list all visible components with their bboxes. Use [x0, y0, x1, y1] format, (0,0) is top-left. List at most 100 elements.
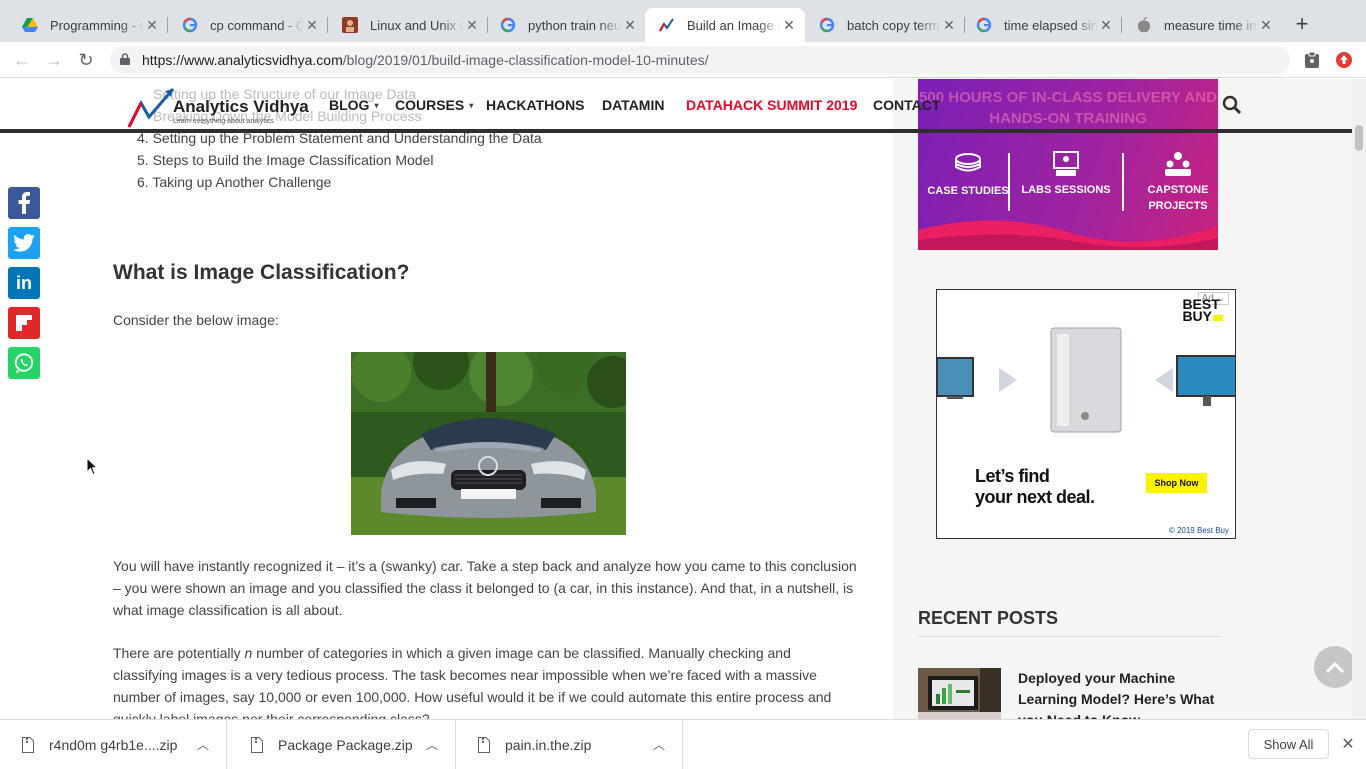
analytics-vidhya-logo-icon: [127, 88, 175, 128]
recent-post-link[interactable]: Deployed your Machine Learning Model? He…: [1018, 668, 1218, 719]
tab-linux-unix[interactable]: Linux and Unix c ✕: [328, 8, 488, 42]
close-icon[interactable]: ✕: [1258, 17, 1274, 33]
nav-courses[interactable]: COURSES ▾: [395, 97, 473, 113]
product-carousel: [937, 327, 1235, 433]
file-icon: [22, 736, 34, 753]
close-icon[interactable]: ✕: [464, 17, 480, 33]
url-host: https://www.analyticsvidhya.com: [142, 52, 343, 68]
tab-programming[interactable]: Programming - G ✕: [8, 8, 168, 42]
close-icon[interactable]: ✕: [1098, 17, 1114, 33]
tab-cp-command[interactable]: cp command - G ✕: [168, 8, 328, 42]
tab-title: python train neu: [528, 17, 622, 33]
page-viewport: Setting up the Structure of our Image Da…: [0, 79, 1366, 719]
new-tab-button[interactable]: +: [1290, 11, 1314, 36]
google-icon: [976, 17, 992, 33]
logo-tagline: Learn everything about analytics: [173, 118, 274, 125]
google-icon: [182, 17, 198, 33]
tab-batch-copy[interactable]: batch copy term ✕: [805, 8, 965, 42]
carousel-prev-icon: [999, 368, 1017, 392]
mouse-cursor: [87, 458, 99, 476]
download-filename: r4nd0m g4rb1e....zip: [49, 736, 178, 753]
logo-text: Analytics Vidhya: [173, 97, 309, 116]
download-filename: Package Package.zip: [278, 736, 413, 753]
tab-title: Build an Image C: [687, 17, 781, 33]
back-icon[interactable]: ←: [10, 48, 34, 72]
close-icon[interactable]: ✕: [304, 17, 320, 33]
facebook-share-icon[interactable]: [8, 187, 40, 219]
upload-extension-icon[interactable]: [1335, 51, 1353, 69]
intro-paragraph: Consider the below image:: [113, 312, 279, 328]
reload-icon[interactable]: ↻: [74, 48, 98, 72]
tab-title: cp command - G: [210, 17, 304, 33]
tab-title: batch copy term: [847, 17, 940, 33]
nav-contact[interactable]: CONTACT: [873, 97, 940, 113]
bestbuy-ad[interactable]: Ad ⌄ BEST BUY Let’s find your next deal. S…: [936, 289, 1236, 539]
paragraph-1: You will have instantly recognized it – …: [113, 558, 857, 618]
chevron-down-icon: ▾: [374, 100, 379, 110]
toc-item[interactable]: 6. Taking up Another Challenge: [137, 174, 331, 190]
banner-wave: [918, 220, 1218, 250]
recent-posts-heading: RECENT POSTS: [918, 608, 1059, 628]
books-icon: [955, 153, 981, 172]
car-image: [351, 352, 626, 535]
scrollbar-thumb[interactable]: [1355, 125, 1363, 151]
close-icon[interactable]: ✕: [941, 17, 957, 33]
site-logo[interactable]: Analytics Vidhya Learn everything about …: [127, 87, 309, 129]
browser-toolbar: ← → ↻ https://www.analyticsvidhya.com/bl…: [0, 42, 1366, 78]
shop-now-button[interactable]: Shop Now: [1146, 473, 1207, 493]
chevron-up-icon[interactable]: ︿: [192, 736, 214, 753]
page-scrollbar[interactable]: [1352, 79, 1366, 719]
close-icon[interactable]: ✕: [622, 17, 638, 33]
banner-divider: [1008, 153, 1010, 211]
analytics-vidhya-icon: [659, 17, 675, 33]
download-item[interactable]: r4nd0m g4rb1e....zip ︿: [0, 720, 227, 769]
search-icon[interactable]: [1222, 95, 1242, 115]
apple-icon: [1136, 17, 1152, 33]
site-header: Analytics Vidhya Learn everything about …: [0, 79, 1366, 133]
chevron-up-icon[interactable]: ︿: [648, 736, 670, 753]
tab-build-image[interactable]: Build an Image C ✕: [645, 8, 805, 42]
download-filename: pain.in.the.zip: [505, 736, 592, 753]
tab-measure-time[interactable]: measure time in ✕: [1122, 8, 1282, 42]
close-icon[interactable]: ✕: [781, 17, 797, 33]
address-bar[interactable]: https://www.analyticsvidhya.com/blog/201…: [110, 46, 1290, 74]
banner-item: CAPSTONE PROJECTS: [1128, 151, 1218, 214]
download-item[interactable]: pain.in.the.zip ︿: [456, 720, 683, 769]
section-heading: What is Image Classification?: [113, 261, 410, 284]
header-bottom-bar: [0, 129, 1366, 133]
tab-title: Linux and Unix c: [370, 17, 464, 33]
nav-datahack-summit[interactable]: DATAHACK SUMMIT 2019: [686, 97, 857, 113]
close-icon[interactable]: ✕: [144, 17, 160, 33]
chevron-up-icon[interactable]: ︿: [421, 736, 443, 753]
ad-copyright: © 2019 Best Buy: [1168, 526, 1229, 535]
flipboard-share-icon[interactable]: [8, 307, 40, 339]
nav-hackathons[interactable]: HACKATHONS: [486, 97, 585, 113]
tab-title: measure time in: [1164, 17, 1257, 33]
show-all-button[interactable]: Show All: [1248, 729, 1329, 759]
carousel-next-icon: [1155, 368, 1173, 392]
chevron-up-icon: [1325, 661, 1345, 673]
clipboard-extension-icon[interactable]: [1303, 51, 1321, 69]
tab-python-train[interactable]: python train neu ✕: [486, 8, 646, 42]
download-item[interactable]: Package Package.zip ︿: [229, 720, 456, 769]
twitter-share-icon[interactable]: [8, 227, 40, 259]
nav-datamin[interactable]: DATAMIN: [602, 97, 664, 113]
banner-divider: [1122, 153, 1124, 211]
team-icon: [1165, 152, 1191, 176]
back-to-top-button[interactable]: [1314, 646, 1356, 688]
nav-blog[interactable]: BLOG ▾: [329, 97, 378, 113]
url-path: /blog/2019/01/build-image-classification…: [342, 52, 709, 68]
tab-time-elapsed[interactable]: time elapsed sin ✕: [962, 8, 1122, 42]
chevron-down-icon: ▾: [469, 100, 474, 110]
forward-icon[interactable]: →: [42, 48, 66, 72]
tab-title: Programming - G: [50, 17, 144, 33]
divider: [918, 636, 1222, 637]
close-icon[interactable]: ✕: [1339, 735, 1357, 753]
site-icon: [342, 17, 358, 33]
whatsapp-share-icon[interactable]: [8, 347, 40, 379]
toc-item[interactable]: 5. Steps to Build the Image Classificati…: [137, 152, 434, 168]
post-thumbnail[interactable]: [918, 668, 1001, 719]
linkedin-share-icon[interactable]: in: [8, 267, 40, 299]
lock-icon: [120, 52, 132, 68]
google-icon: [500, 17, 516, 33]
